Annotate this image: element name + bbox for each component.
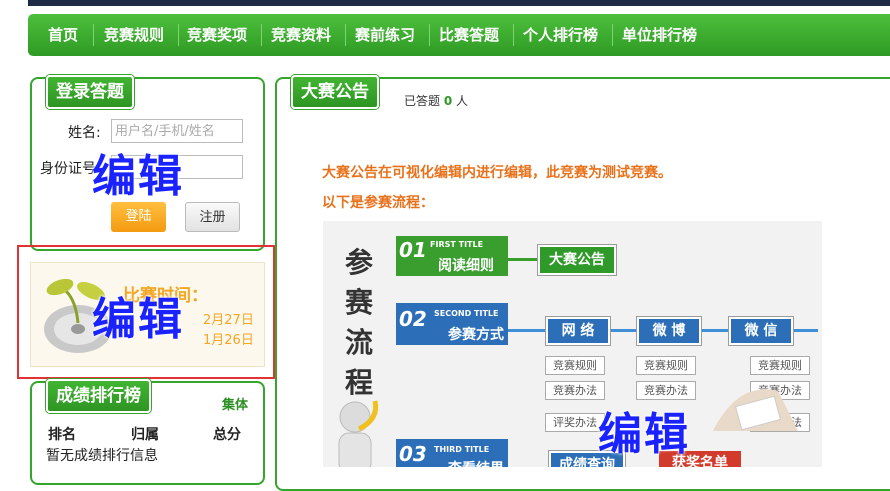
nav-unit-rank[interactable]: 单位排行榜: [614, 14, 705, 56]
nav-divider: [93, 24, 94, 46]
channel-weibo: 微 博: [637, 317, 701, 345]
nav-practice[interactable]: 赛前练习: [347, 14, 423, 56]
answered-number: 0: [443, 94, 453, 108]
register-button[interactable]: 注册: [185, 202, 240, 232]
sub-rules: 竞赛规则: [636, 356, 696, 375]
step1-cn: 阅读细则: [438, 258, 494, 274]
nav-answer[interactable]: 比赛答题: [431, 14, 507, 56]
id-label: 身份证号: [40, 161, 96, 177]
flow-vertical-title: 参 赛 流 程: [345, 243, 379, 403]
notice-text-2: 以下是参赛流程：: [322, 195, 434, 211]
answered-prefix: 已答题: [404, 94, 441, 108]
flow-title-char: 赛: [345, 286, 374, 319]
nav-rules[interactable]: 竞赛规则: [96, 14, 172, 56]
top-banner-strip: [28, 0, 890, 6]
edit-overlay-label: 编辑: [598, 409, 690, 460]
step2-en: SECOND TITLE: [434, 309, 499, 318]
sub-rules: 竞赛规则: [545, 356, 605, 375]
step3-en: THIRD TITLE: [434, 445, 490, 454]
login-button[interactable]: 登陆: [111, 202, 166, 232]
notice-text-1: 大赛公告在可视化编辑内进行编辑，此竞赛为测试竞赛。: [322, 165, 672, 181]
step3-cn: 查看结果: [448, 458, 504, 467]
step2-number: 02: [399, 307, 427, 331]
step1-en: FIRST TITLE: [430, 240, 484, 249]
nav-divider: [261, 24, 262, 46]
edit-overlay-label: 编辑: [92, 151, 184, 202]
sub-awards: 评奖办法: [545, 413, 605, 432]
answered-suffix: 人: [456, 94, 469, 108]
process-flow-image: 参 赛 流 程 01 FIRST TITLE 阅读细则 大赛公告 02 SECO…: [323, 221, 822, 467]
highlight-frame: [17, 245, 275, 379]
thinking-person-icon: [338, 400, 379, 467]
notice-title: 大赛公告: [291, 75, 379, 109]
ranking-empty-message: 暂无成绩排行信息: [46, 448, 158, 464]
belong-header: 归属: [131, 427, 159, 443]
name-label: 姓名:: [68, 125, 101, 141]
step3-number: 03: [399, 442, 427, 466]
channel-network: 网 络: [546, 317, 610, 345]
rank-header: 排名: [48, 427, 76, 443]
sub-methods: 竞赛办法: [545, 381, 605, 400]
channel-wechat: 微 信: [729, 317, 793, 345]
nav-divider: [612, 24, 613, 46]
answered-count: 已答题 0 人: [404, 92, 468, 109]
step2-cn: 参赛方式: [448, 327, 504, 343]
hands-holding-card-icon: [713, 389, 798, 431]
nav-awards[interactable]: 竞赛奖项: [179, 14, 255, 56]
step1-number: 01: [399, 238, 427, 262]
nav-divider: [429, 24, 430, 46]
login-title: 登录答题: [46, 75, 134, 109]
nav-home[interactable]: 首页: [40, 14, 86, 56]
main-nav: 首页 竞赛规则 竞赛奖项 竞赛资料 赛前练习 比赛答题 个人排行榜 单位排行榜: [28, 14, 890, 56]
nav-divider: [345, 24, 346, 46]
flow-title-char: 参: [345, 246, 374, 279]
score-header: 总分: [213, 427, 241, 443]
nav-personal-rank[interactable]: 个人排行榜: [515, 14, 606, 56]
flow-title-char: 流: [345, 326, 374, 359]
ranking-mode-link[interactable]: 集体: [222, 394, 248, 413]
arrow-icon: [508, 258, 538, 261]
ranking-title: 成绩排行榜: [46, 379, 151, 413]
nav-divider: [513, 24, 514, 46]
flow-notice-button: 大赛公告: [538, 245, 616, 275]
nav-materials[interactable]: 竞赛资料: [263, 14, 339, 56]
